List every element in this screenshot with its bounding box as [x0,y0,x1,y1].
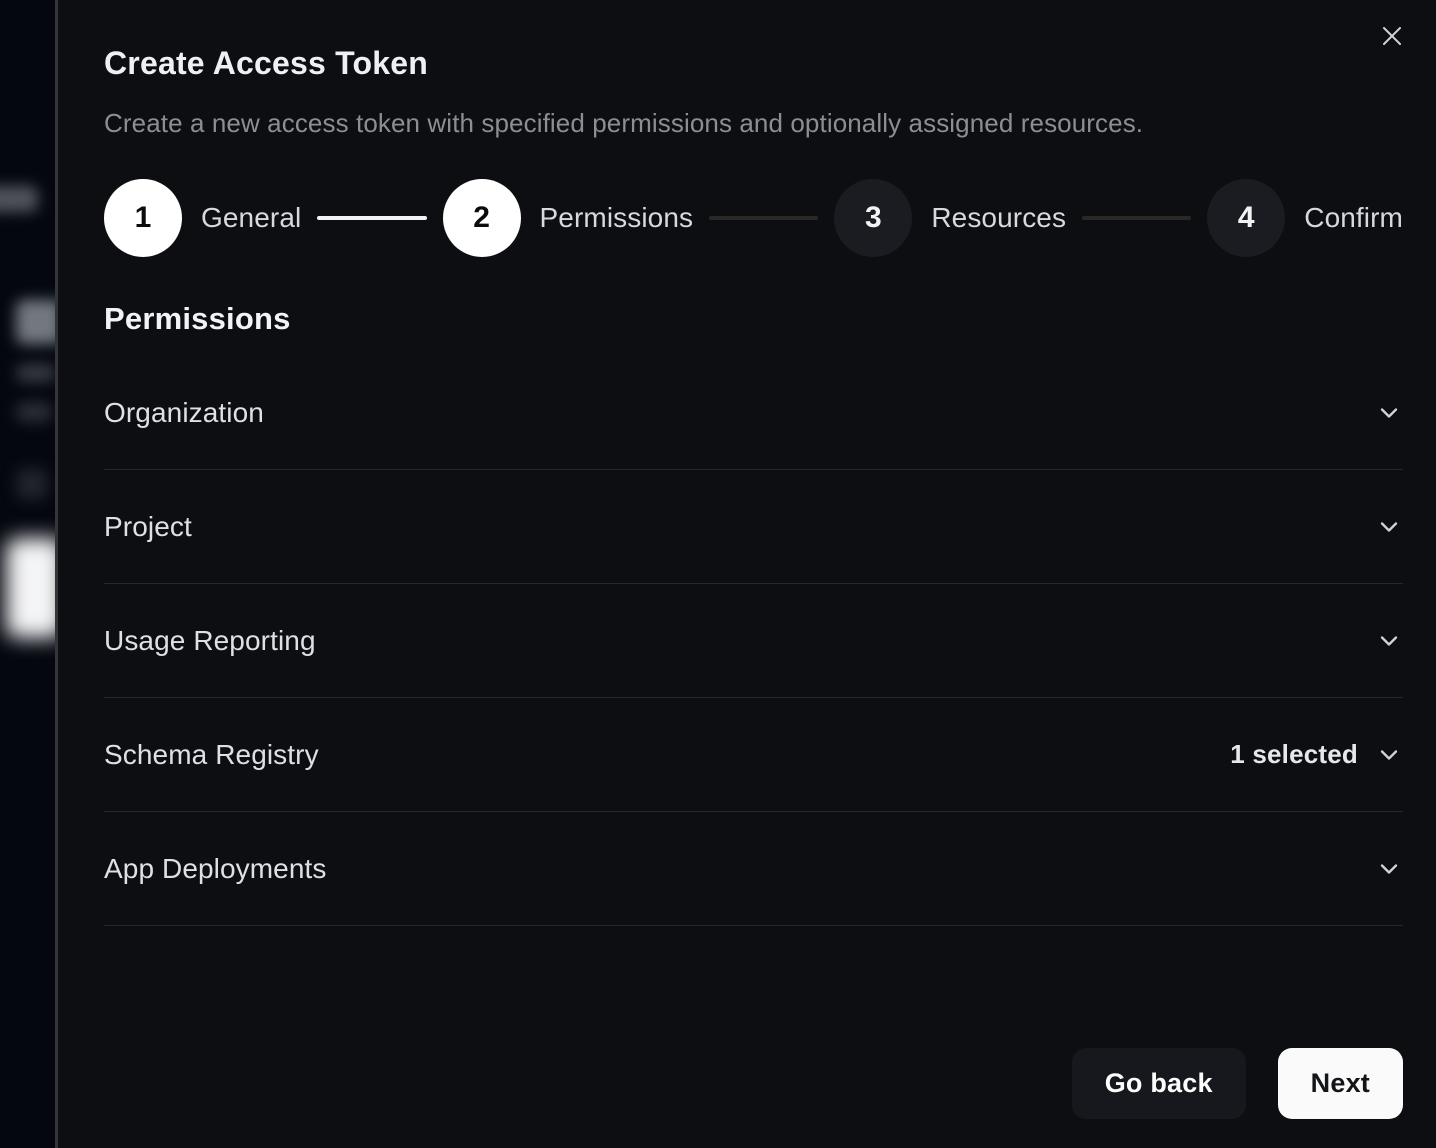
next-button[interactable]: Next [1278,1048,1403,1119]
modal-subtitle: Create a new access token with specified… [104,108,1403,138]
permission-group-list: Organization Project Usage Reporting [104,356,1403,926]
step-number-badge: 2 [443,179,521,257]
permission-row[interactable]: Usage Reporting [104,584,1403,698]
permission-row-controls [1375,855,1403,883]
background-page-strip [0,0,58,1148]
footer-actions: Go back Next [1072,1048,1403,1119]
close-icon [1380,24,1404,48]
background-blur-shape [6,538,58,638]
step-number-badge: 4 [1207,179,1285,257]
stepper-step[interactable]: 2 Permissions [443,179,694,257]
permission-row-controls: 1 selected [1230,739,1403,770]
permission-row-controls [1375,627,1403,655]
background-blur-shape [16,402,52,422]
chevron-down-icon [1375,741,1403,769]
background-blur-shape [16,364,56,382]
permission-row-label: Organization [104,397,264,429]
permission-row[interactable]: Organization [104,356,1403,470]
page-title: Create Access Token [104,44,1403,82]
selected-count-badge: 1 selected [1230,739,1358,770]
close-button[interactable] [1378,22,1406,50]
permission-row-controls [1375,399,1403,427]
create-access-token-modal: Create Access Token Create a new access … [55,0,1436,1148]
permission-row[interactable]: App Deployments [104,812,1403,926]
permission-row-controls [1375,513,1403,541]
step-number-badge: 1 [104,179,182,257]
permission-row[interactable]: Schema Registry 1 selected [104,698,1403,812]
step-label: Resources [931,202,1066,234]
step-label: General [201,202,301,234]
permission-row-label: Usage Reporting [104,625,316,657]
permission-row-label: Project [104,511,192,543]
background-blur-shape [16,300,58,344]
chevron-down-icon [1375,513,1403,541]
permission-row-label: Schema Registry [104,739,319,771]
chevron-down-icon [1375,855,1403,883]
permission-row[interactable]: Project [104,470,1403,584]
chevron-down-icon [1375,627,1403,655]
step-label: Confirm [1304,202,1403,234]
stepper-step[interactable]: 3 Resources [834,179,1066,257]
section-heading: Permissions [104,300,1403,338]
stepper: 1 General 2 Permissions 3 Resources 4 Co… [104,179,1403,257]
step-label: Permissions [540,202,694,234]
go-back-button[interactable]: Go back [1072,1048,1246,1119]
background-blur-shape [0,186,38,212]
permission-row-label: App Deployments [104,853,327,885]
stepper-step[interactable]: 1 General [104,179,301,257]
stepper-connector [317,216,426,220]
background-blur-shape [16,468,48,500]
stepper-step[interactable]: 4 Confirm [1207,179,1403,257]
step-number-badge: 3 [834,179,912,257]
stepper-connector [1082,216,1191,220]
stepper-connector [709,216,818,220]
chevron-down-icon [1375,399,1403,427]
